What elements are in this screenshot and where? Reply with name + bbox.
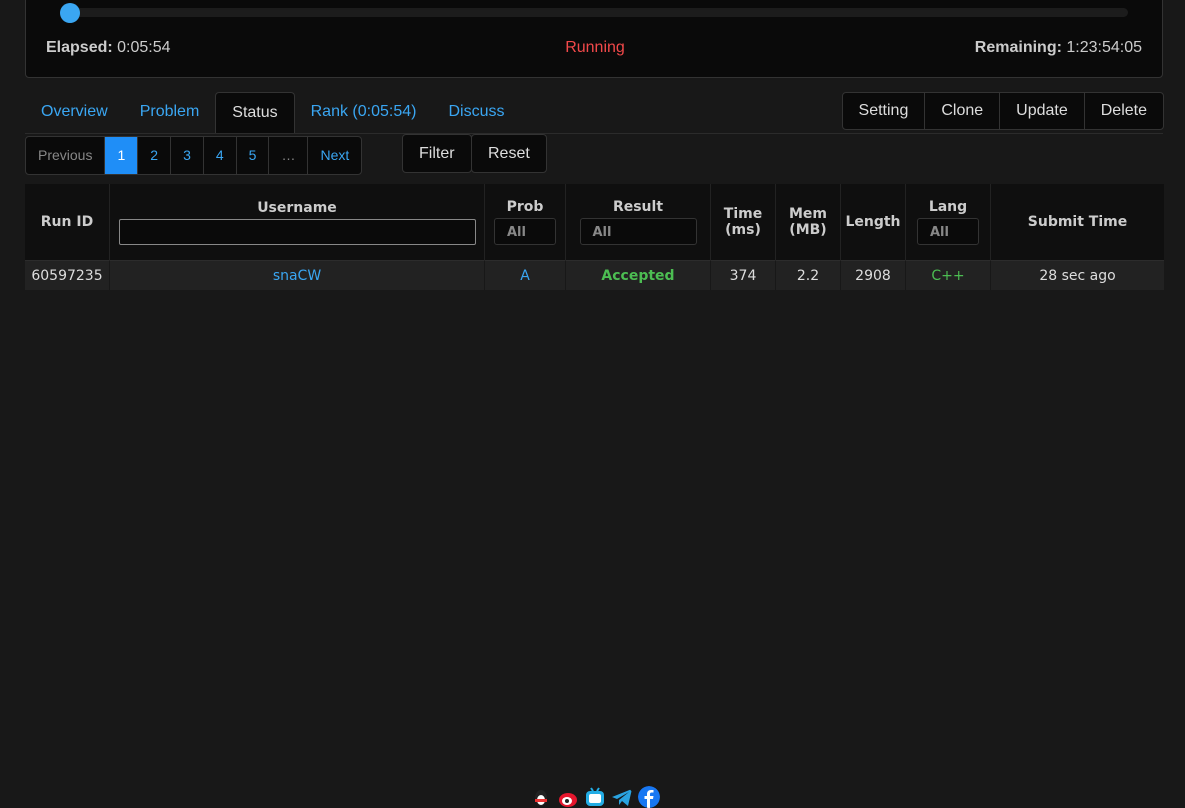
status-table: Run ID Username Prob All Result All Time… — [25, 184, 1164, 290]
contest-tabs: Overview Problem Status Rank (0:05:54) D… — [25, 92, 520, 134]
header-prob: Prob All — [484, 184, 566, 261]
lang-filter-select[interactable]: All — [917, 218, 979, 245]
table-row: 60597235 snaCW A Accepted 374 2.2 2908 C… — [25, 260, 1164, 290]
header-submit-time-label: Submit Time — [1027, 214, 1128, 230]
pagination-page-5[interactable]: 5 — [235, 137, 269, 174]
username-link[interactable]: snaCW — [273, 268, 321, 284]
pagination-next[interactable]: Next — [307, 137, 361, 174]
cell-run-id: 60597235 — [25, 260, 110, 290]
header-result: Result All — [565, 184, 711, 261]
tab-overview[interactable]: Overview — [25, 92, 124, 133]
pagination-previous[interactable]: Previous — [26, 137, 104, 174]
filter-button[interactable]: Filter — [402, 134, 472, 173]
cell-username: snaCW — [109, 260, 485, 290]
username-filter-input[interactable] — [118, 218, 476, 245]
pagination-page-3[interactable]: 3 — [170, 137, 203, 174]
lang-link[interactable]: C++ — [931, 268, 964, 284]
header-length: Length — [840, 184, 906, 261]
facebook-icon[interactable] — [638, 786, 660, 808]
weibo-icon[interactable] — [557, 786, 579, 808]
header-time-unit: (ms) — [725, 222, 761, 238]
header-mem: Mem (MB) — [775, 184, 841, 261]
header-prob-label: Prob — [506, 199, 544, 215]
problem-link[interactable]: A — [520, 268, 530, 284]
tab-rank[interactable]: Rank (0:05:54) — [295, 92, 433, 133]
prob-filter-select[interactable]: All — [494, 218, 556, 245]
header-username-label: Username — [257, 199, 337, 216]
cell-length: 2908 — [840, 260, 906, 290]
header-time: Time (ms) — [710, 184, 776, 261]
result-accepted: Accepted — [601, 267, 675, 284]
tab-discuss[interactable]: Discuss — [432, 92, 520, 133]
remaining-label: Remaining: — [974, 39, 1062, 56]
result-filter-select[interactable]: All — [579, 218, 697, 245]
cell-time: 374 — [710, 260, 776, 290]
pagination-ellipsis: … — [268, 137, 307, 174]
delete-button[interactable]: Delete — [1083, 93, 1163, 129]
header-mem-unit: (MB) — [789, 222, 827, 238]
header-result-label: Result — [612, 199, 664, 215]
pagination-page-1[interactable]: 1 — [104, 137, 138, 174]
cell-lang: C++ — [905, 260, 991, 290]
contest-progress-track[interactable] — [59, 3, 1128, 23]
header-mem-label: Mem — [788, 206, 827, 222]
header-lang-label: Lang — [928, 199, 968, 215]
cell-mem: 2.2 — [775, 260, 841, 290]
cell-submit-time: 28 sec ago — [990, 260, 1164, 290]
contest-progress-panel: Elapsed: 0:05:54 Running Remaining: 1:23… — [25, 0, 1163, 78]
reset-button[interactable]: Reset — [471, 134, 547, 173]
table-header-row: Run ID Username Prob All Result All Time… — [25, 184, 1164, 261]
progress-slider-handle[interactable] — [59, 3, 80, 23]
tab-status[interactable]: Status — [215, 92, 295, 133]
admin-button-group: Setting Clone Update Delete — [841, 92, 1164, 130]
clone-button[interactable]: Clone — [924, 93, 999, 129]
cell-result: Accepted — [565, 260, 711, 290]
pagination: Previous 1 2 3 4 5 … Next — [25, 136, 363, 175]
pagination-page-2[interactable]: 2 — [137, 137, 170, 174]
header-submit-time: Submit Time — [990, 184, 1164, 261]
pagination-page-4[interactable]: 4 — [202, 137, 236, 174]
setting-button[interactable]: Setting — [843, 93, 925, 129]
cell-prob: A — [484, 260, 566, 290]
bilibili-icon[interactable] — [584, 786, 606, 808]
qq-icon[interactable] — [530, 786, 552, 808]
header-run-id: Run ID — [25, 184, 110, 261]
header-lang: Lang All — [905, 184, 991, 261]
telegram-icon[interactable] — [611, 786, 633, 808]
header-run-id-label: Run ID — [40, 214, 94, 230]
header-length-label: Length — [845, 214, 901, 230]
remaining-value: 1:23:54:05 — [1066, 39, 1142, 56]
update-button[interactable]: Update — [999, 93, 1084, 129]
tab-problem[interactable]: Problem — [124, 92, 216, 133]
header-username: Username — [109, 184, 485, 261]
remaining-time: Remaining: 1:23:54:05 — [975, 39, 1142, 57]
footer-share-icons — [530, 786, 660, 808]
header-time-label: Time — [723, 206, 763, 222]
tabs-divider — [25, 133, 1163, 134]
